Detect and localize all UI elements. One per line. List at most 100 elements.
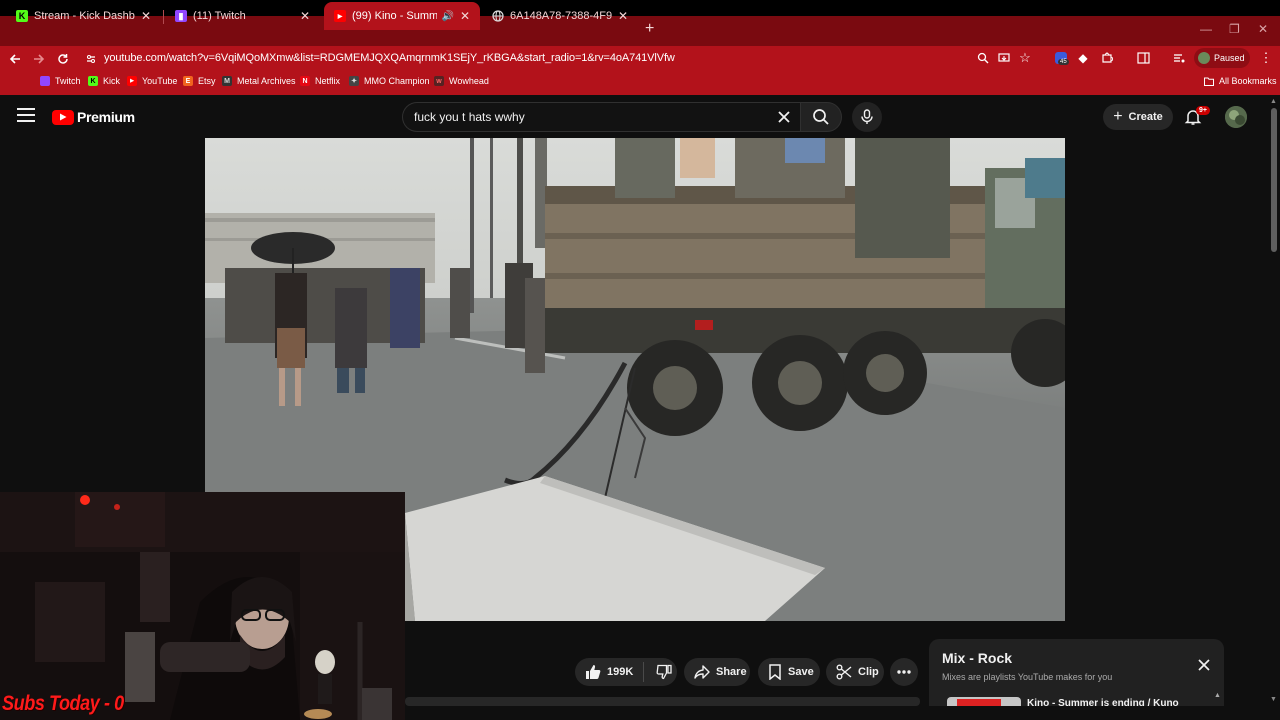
media-controls-icon[interactable] [1171,50,1187,66]
new-tab-button[interactable]: + [645,20,654,38]
speaker-icon[interactable]: 🔊 [441,11,453,22]
create-label: Create [1128,111,1163,123]
twitch-icon: ▮ [175,10,187,22]
bookmark-kick[interactable]: K Kick [88,76,120,86]
close-icon[interactable]: ✕ [460,9,470,23]
share-icon [694,664,710,680]
like-count[interactable]: 199K [607,666,633,678]
bookmark-label: All Bookmarks [1219,76,1277,86]
diamond-extension-icon[interactable]: ◆ [1075,50,1091,66]
back-arrow-icon[interactable] [6,50,24,68]
share-button[interactable]: Share [684,658,750,686]
bookmark-star-icon[interactable]: ☆ [1017,50,1033,66]
close-icon[interactable]: ✕ [300,9,310,23]
close-icon[interactable]: ✕ [618,9,628,23]
subs-today-counter: Subs Today - 0 [2,692,124,715]
bookmark-label: Netflix [315,76,341,86]
plus-icon: + [1113,108,1123,125]
hamburger-menu-icon[interactable] [17,108,35,124]
scroll-up-icon[interactable]: ▲ [1270,98,1277,105]
all-bookmarks[interactable]: All Bookmarks [1204,76,1277,86]
notifications-badge: 9+ [1196,106,1210,115]
save-label: Save [788,666,814,678]
scroll-thumb[interactable] [1271,108,1277,252]
tab-kick-dashboard[interactable]: K Stream - Kick Dashboard ✕ [6,2,161,30]
more-horizontal-icon [897,670,911,674]
close-icon[interactable] [1196,657,1212,673]
folder-icon [1204,76,1214,86]
kick-icon: K [16,10,28,22]
bookmark-etsy[interactable]: E Etsy [183,76,216,86]
netflix-icon: N [300,76,310,86]
share-label: Share [716,666,747,678]
maximize-button[interactable]: ❐ [1229,22,1240,36]
bookmark-wowhead[interactable]: w Wowhead [434,76,489,86]
search-input[interactable] [414,110,764,124]
tab-title: Stream - Kick Dashboard [34,10,135,22]
youtube-icon: ▶ [127,76,137,86]
clear-search-icon[interactable] [775,108,793,126]
tab-uuid[interactable]: 6A148A78-7388-4F9C-8988-D ✕ [482,2,638,30]
puzzle-extensions-icon[interactable] [1099,50,1115,66]
webcam-frame [0,492,405,720]
bookmark-label: Wowhead [449,76,489,86]
microphone-icon [860,109,874,125]
tab-title: (99) Kino - Summer is endin [352,10,438,22]
tab-title: 6A148A78-7388-4F9C-8988-D [510,10,612,22]
youtube-icon: ▶ [334,10,346,22]
address-bar[interactable]: youtube.com/watch?v=6VqiMQoMXmw&list=RDG… [104,52,675,64]
scroll-down-icon[interactable]: ▼ [1270,696,1277,703]
search-button[interactable] [800,102,842,132]
bookmark-netflix[interactable]: N Netflix [300,76,340,86]
metal-archives-icon: M [222,76,232,86]
save-button[interactable]: Save [758,658,820,686]
bookmark-label: Twitch [55,76,81,86]
tab-youtube-kino[interactable]: ▶ (99) Kino - Summer is endin 🔊 ✕ [324,2,480,30]
tab-separator [163,10,164,24]
scissors-icon [836,664,852,680]
tab-title: (11) Twitch [193,10,246,22]
mix-subtitle: Mixes are playlists YouTube makes for yo… [942,672,1113,682]
account-avatar[interactable] [1225,106,1247,128]
bookmark-label: YouTube [142,76,178,86]
mix-panel-cutoff [929,706,1224,720]
mix-scroll-up-icon[interactable]: ▲ [1214,692,1221,699]
clip-button[interactable]: Clip [826,658,884,686]
profile-paused-button[interactable]: Paused [1194,48,1250,68]
tab-twitch[interactable]: ▮ (11) Twitch ✕ [165,2,320,30]
youtube-play-icon [52,109,74,125]
globe-icon [492,10,504,22]
below-video-bar [405,697,920,706]
wowhead-icon: w [434,76,444,86]
zoom-icon[interactable] [975,50,991,66]
reload-icon[interactable] [54,50,72,68]
thumbs-down-icon[interactable] [656,664,672,680]
side-panel-icon[interactable] [1135,50,1151,66]
bookmark-metal-archives[interactable]: M Metal Archives [222,76,296,86]
paused-label: Paused [1214,53,1245,63]
thumbs-up-icon[interactable] [585,664,601,680]
install-app-icon[interactable] [996,50,1012,66]
bookmark-mmo-champion[interactable]: ✦ MMO Champion [349,76,430,86]
mix-title: Mix - Rock [942,650,1013,666]
more-actions-button[interactable] [890,658,918,686]
bookmark-label: Metal Archives [237,76,296,86]
minimize-button[interactable]: — [1200,22,1212,36]
bookmark-twitch[interactable]: Twitch [40,76,81,86]
twitch-icon [40,76,50,86]
forward-arrow-icon[interactable] [30,50,48,68]
voice-search-button[interactable] [852,102,882,132]
youtube-premium-logo[interactable]: Premium [52,109,135,125]
kebab-menu-icon[interactable]: ⋮ [1258,50,1274,66]
close-icon[interactable]: ✕ [141,9,151,23]
window-close-button[interactable]: ✕ [1258,22,1268,36]
search-icon [812,108,830,126]
site-info-icon[interactable] [82,50,100,68]
bookmark-icon [768,664,782,680]
bookmark-youtube[interactable]: ▶ YouTube [127,76,177,86]
streamer-webcam [0,492,405,720]
profile-avatar [1198,52,1210,64]
create-button[interactable]: + Create [1103,104,1173,130]
kick-icon: K [88,76,98,86]
clip-label: Clip [858,666,879,678]
